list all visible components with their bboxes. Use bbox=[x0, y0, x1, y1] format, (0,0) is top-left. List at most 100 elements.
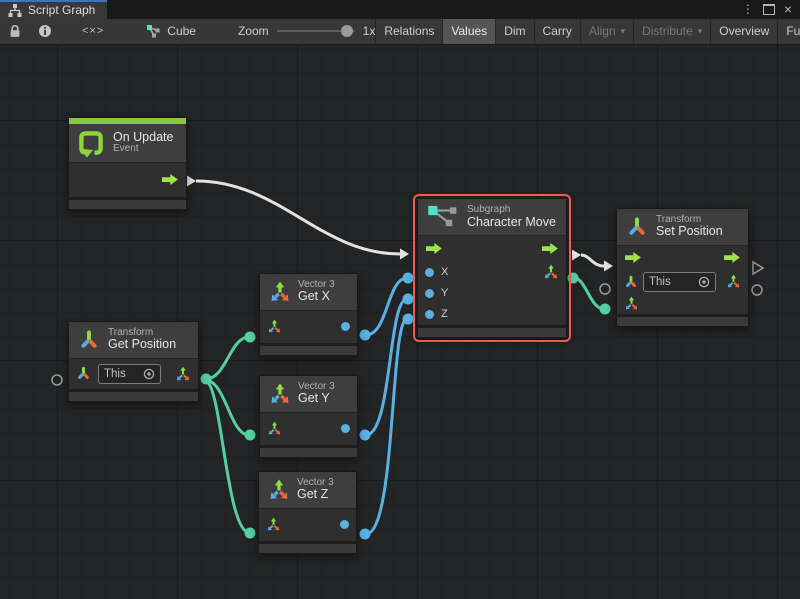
transform-input-icon[interactable] bbox=[76, 366, 91, 381]
flow-output-port[interactable] bbox=[541, 242, 559, 255]
zoom-slider[interactable] bbox=[277, 30, 355, 32]
distribute-button[interactable]: Distribute ▾ bbox=[633, 19, 710, 44]
vector3-input-port[interactable] bbox=[266, 517, 281, 532]
inspector-button[interactable] bbox=[30, 19, 60, 44]
distribute-label: Distribute bbox=[642, 24, 693, 38]
target-picker-icon[interactable] bbox=[698, 276, 710, 288]
carry-button[interactable]: Carry bbox=[534, 19, 580, 44]
graph-name: Cube bbox=[167, 24, 196, 38]
tab-script-graph[interactable]: Script Graph bbox=[0, 0, 107, 19]
vector3-output-port[interactable] bbox=[726, 274, 741, 289]
zoom-label: Zoom bbox=[238, 24, 269, 38]
node-title: Character Move bbox=[467, 216, 556, 229]
wire-arrowhead bbox=[604, 260, 613, 271]
port-label-x: X bbox=[441, 266, 448, 278]
script-graph-icon bbox=[8, 4, 22, 17]
tab-title: Script Graph bbox=[28, 3, 95, 17]
unconnected-flow-output-indicator bbox=[753, 262, 763, 274]
info-icon bbox=[38, 24, 52, 38]
transform-input-icon[interactable] bbox=[624, 275, 638, 289]
chevron-down-icon: ▾ bbox=[698, 26, 703, 37]
graph-canvas[interactable]: On Update Event bbox=[0, 45, 800, 599]
lock-button[interactable] bbox=[0, 19, 30, 44]
input-port-x[interactable] bbox=[425, 268, 434, 277]
wire-onupdate-to-charactermove[interactable] bbox=[196, 181, 400, 254]
window-controls: ⋮ × bbox=[742, 0, 800, 19]
flow-output-port[interactable] bbox=[723, 251, 741, 264]
dim-button[interactable]: Dim bbox=[495, 19, 533, 44]
node-get-position[interactable]: Transform Get Position This bbox=[68, 321, 199, 402]
chevron-down-icon: ▾ bbox=[621, 26, 626, 37]
vector3-icon bbox=[269, 281, 291, 303]
node-character-move[interactable]: Subgraph Character Move X bbox=[417, 198, 567, 338]
lock-icon bbox=[8, 24, 22, 39]
unconnected-output-indicator bbox=[752, 285, 762, 295]
node-title: Get Y bbox=[298, 392, 335, 405]
toolbar-buttons: Relations Values Dim Carry Align ▾ Distr… bbox=[375, 19, 800, 44]
wire-endpoint bbox=[360, 429, 371, 440]
float-output-port[interactable] bbox=[341, 424, 350, 433]
node-get-x[interactable]: Vector 3 Get X bbox=[259, 273, 358, 356]
node-footer bbox=[260, 343, 357, 355]
node-set-position[interactable]: Transform Set Position bbox=[616, 208, 749, 327]
vector3-input-port[interactable] bbox=[624, 296, 639, 311]
wire-getz-to-charactermove-z[interactable] bbox=[366, 319, 407, 534]
float-output-port[interactable] bbox=[341, 322, 350, 331]
wire-getposition-to-getx[interactable] bbox=[206, 337, 249, 379]
vector3-input-port[interactable] bbox=[267, 319, 282, 334]
wire-arrowhead bbox=[400, 248, 409, 259]
node-footer bbox=[418, 325, 566, 337]
vector3-output-port[interactable] bbox=[175, 366, 191, 382]
flow-input-port[interactable] bbox=[624, 251, 642, 264]
values-button[interactable]: Values bbox=[442, 19, 495, 44]
this-target-field[interactable]: This bbox=[98, 364, 161, 384]
flow-input-port[interactable] bbox=[425, 242, 443, 255]
vector3-input-port[interactable] bbox=[267, 421, 282, 436]
titlebar: Script Graph ⋮ × bbox=[0, 0, 800, 19]
wire-endpoint bbox=[403, 272, 414, 283]
zoom-slider-knob[interactable] bbox=[341, 25, 353, 37]
node-title: Get Position bbox=[108, 338, 176, 351]
port-label-y: Y bbox=[441, 287, 448, 299]
node-footer bbox=[69, 197, 186, 209]
wire-endpoint bbox=[600, 303, 611, 314]
wire-charactermove-to-setposition-vector[interactable] bbox=[574, 278, 604, 309]
flow-output-port[interactable] bbox=[161, 173, 179, 186]
node-get-z[interactable]: Vector 3 Get Z bbox=[258, 471, 357, 554]
maximize-icon[interactable] bbox=[763, 4, 775, 15]
align-button[interactable]: Align ▾ bbox=[580, 19, 633, 44]
node-title: Set Position bbox=[656, 225, 723, 238]
align-label: Align bbox=[589, 24, 616, 38]
node-get-y[interactable]: Vector 3 Get Y bbox=[259, 375, 358, 458]
wire-start-cap bbox=[187, 175, 196, 186]
port-label-z: Z bbox=[441, 308, 448, 320]
script-graph-window: Script Graph ⋮ × bbox=[0, 0, 800, 599]
wire-charactermove-to-setposition[interactable] bbox=[581, 255, 604, 266]
wire-gety-to-charactermove-y[interactable] bbox=[366, 299, 407, 435]
node-footer bbox=[260, 445, 357, 457]
float-output-port[interactable] bbox=[340, 520, 349, 529]
vector3-output-port[interactable] bbox=[543, 264, 559, 280]
target-picker-icon[interactable] bbox=[143, 368, 155, 380]
zoom-value: 1x bbox=[363, 24, 376, 38]
node-on-update[interactable]: On Update Event bbox=[68, 117, 187, 210]
close-icon[interactable]: × bbox=[784, 3, 792, 15]
input-port-y[interactable] bbox=[425, 289, 434, 298]
window-menu-icon[interactable]: ⋮ bbox=[742, 3, 754, 15]
input-port-z[interactable] bbox=[425, 310, 434, 319]
fullscreen-button[interactable]: Full Screen bbox=[777, 19, 800, 44]
graph-breadcrumb[interactable]: Cube bbox=[146, 19, 196, 44]
graph-icon bbox=[146, 24, 161, 39]
code-preview-button[interactable]: <×> bbox=[60, 19, 126, 44]
this-target-field[interactable]: This bbox=[643, 272, 716, 292]
wire-endpoint bbox=[403, 313, 414, 324]
relations-button[interactable]: Relations bbox=[375, 19, 442, 44]
vector3-icon bbox=[269, 383, 291, 405]
overview-button[interactable]: Overview bbox=[710, 19, 777, 44]
wire-start-cap bbox=[572, 249, 581, 260]
node-footer bbox=[617, 314, 748, 326]
node-subtitle: Event bbox=[113, 144, 173, 155]
wire-endpoint bbox=[568, 272, 579, 283]
transform-icon bbox=[626, 216, 648, 238]
subgraph-icon bbox=[427, 205, 459, 229]
